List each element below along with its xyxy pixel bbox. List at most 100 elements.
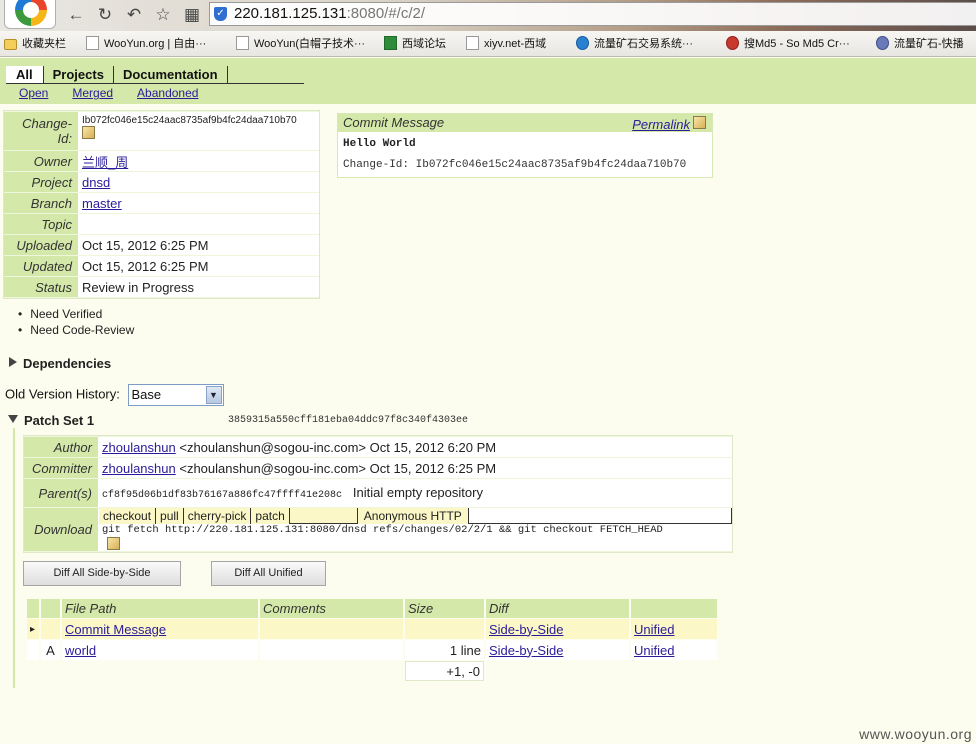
star-icon[interactable]: ☆ <box>152 4 174 26</box>
wave-icon <box>576 36 589 50</box>
bookmark-wooyun-whitehat[interactable]: WooYun(白帽子技术··· <box>236 35 365 53</box>
author-link[interactable]: zhoulanshun <box>102 440 176 455</box>
bookmark-xiyv[interactable]: xiyv.net-西域 <box>466 35 546 53</box>
undo-icon[interactable]: ↶ <box>123 4 145 26</box>
download-tab-checkout[interactable]: checkout <box>99 508 157 524</box>
chevron-down-icon: ▼ <box>205 386 222 404</box>
topic-label: Topic <box>4 214 78 234</box>
uploaded-value: Oct 15, 2012 6:25 PM <box>78 235 319 255</box>
side-by-side-link[interactable]: Side-by-Side <box>489 622 563 637</box>
folder-icon <box>4 39 17 50</box>
page-icon <box>236 36 249 50</box>
diff-all-unified-button[interactable]: Diff All Unified <box>211 561 326 586</box>
parent-hash[interactable]: cf8f95d06b1df83b76167a886fc47ffff41e208c <box>102 490 342 501</box>
expand-icon <box>9 357 17 367</box>
patch-set-toggle[interactable]: Patch Set 1 <box>8 413 94 428</box>
commit-footer: Change-Id: Ib072fc046e15c24aac8735af9b4f… <box>343 159 687 171</box>
committer-link[interactable]: zhoulanshun <box>102 461 176 476</box>
copy-icon[interactable] <box>693 116 706 129</box>
bookmark-label: 搜Md5 - So Md5 Cr··· <box>744 38 850 50</box>
file-status: A <box>41 640 60 660</box>
download-tab-cherry-pick[interactable]: cherry-pick <box>183 508 252 524</box>
bookmark-liuliang[interactable]: 流量矿石交易系统··· <box>576 35 693 53</box>
header-diff: Diff <box>486 599 629 618</box>
dependencies-label: Dependencies <box>23 356 112 371</box>
patch-set-revision: 3859315a550cff181eba04ddc97f8c340f4303ee <box>228 415 469 426</box>
unified-link[interactable]: Unified <box>634 643 674 658</box>
row-marker <box>27 640 39 660</box>
bookmarks-bar: 收藏夹栏 WooYun.org | 自由··· WooYun(白帽子技术··· … <box>0 31 976 57</box>
header-diff-unified <box>631 599 717 618</box>
branch-link[interactable]: master <box>82 196 122 211</box>
back-icon[interactable]: ← <box>65 4 87 26</box>
files-header-row: File Path Comments Size Diff <box>27 599 717 618</box>
unified-link[interactable]: Unified <box>634 622 674 637</box>
tab-documentation[interactable]: Documentation <box>114 66 228 83</box>
old-version-label: Old Version History: <box>5 386 120 402</box>
browser-logo[interactable] <box>4 0 56 29</box>
page-icon <box>86 36 99 50</box>
commit-subject: Hello World <box>343 138 416 150</box>
bookmark-label: 西域论坛 <box>402 38 446 50</box>
diff-all-side-by-side-button[interactable]: Diff All Side-by-Side <box>23 561 181 586</box>
bookmark-xiyu-forum[interactable]: 西域论坛 <box>384 35 446 53</box>
file-path-link[interactable]: Commit Message <box>65 622 166 637</box>
download-tabs-fill <box>468 508 732 524</box>
tab-all[interactable]: All <box>6 66 44 83</box>
table-row[interactable]: ▸ Commit Message Side-by-Side Unified <box>27 619 717 639</box>
change-id-label: Change-Id: <box>4 112 78 150</box>
files-total-row: +1, -0 <box>27 661 717 681</box>
table-row[interactable]: A world 1 line Side-by-Side Unified <box>27 640 717 660</box>
approval-item: Need Verified <box>18 306 134 322</box>
patch-set-info-table: Author zhoulanshun <zhoulanshun@sogou-in… <box>23 435 733 553</box>
url-path: :8080/#/c/2/ <box>346 5 426 22</box>
old-version-value: Base <box>131 387 162 402</box>
copy-icon[interactable] <box>82 126 95 139</box>
bookmark-favorites[interactable]: 收藏夹栏 <box>4 35 66 53</box>
patch-set-title: Patch Set 1 <box>24 413 95 428</box>
collapse-icon <box>8 415 18 423</box>
download-command[interactable]: git fetch http://220.181.125.131:8080/dn… <box>99 524 732 536</box>
file-comments <box>260 619 403 639</box>
download-label: Download <box>24 508 98 551</box>
download-protocol[interactable]: Anonymous HTTP <box>357 508 469 524</box>
uploaded-label: Uploaded <box>4 235 78 255</box>
bookmark-somd5[interactable]: 搜Md5 - So Md5 Cr··· <box>726 35 850 53</box>
reload-icon[interactable]: ↻ <box>94 4 116 26</box>
subtab-abandoned[interactable]: Abandoned <box>137 86 198 100</box>
download-tab-patch[interactable]: patch <box>251 508 290 524</box>
committer-details: <zhoulanshun@sogou-inc.com> Oct 15, 2012… <box>179 460 497 476</box>
file-path-link[interactable]: world <box>65 643 96 658</box>
file-size <box>405 619 484 639</box>
download-tab-pull[interactable]: pull <box>156 508 184 524</box>
tab-projects[interactable]: Projects <box>44 66 114 83</box>
header-marker <box>27 599 39 618</box>
side-by-side-link[interactable]: Side-by-Side <box>489 643 563 658</box>
subtab-open[interactable]: Open <box>19 86 48 100</box>
page-icon <box>466 36 479 50</box>
xiyu-icon <box>384 36 397 50</box>
owner-label: Owner <box>4 151 78 171</box>
subtab-merged[interactable]: Merged <box>72 86 113 100</box>
address-bar[interactable]: ✓ 220.181.125.131:8080/#/c/2/ <box>209 2 976 26</box>
header-comments: Comments <box>260 599 403 618</box>
tabs-divider <box>6 83 304 84</box>
old-version-row: Old Version History: Base ▼ <box>5 384 224 406</box>
old-version-select[interactable]: Base ▼ <box>127 384 224 406</box>
project-link[interactable]: dnsd <box>82 175 110 190</box>
top-tabs: All Projects Documentation <box>6 66 228 83</box>
url-host: 220.181.125.131 <box>234 5 347 22</box>
change-id-cell: Ib072fc046e15c24aac8735af9b4fc24daa710b7… <box>78 112 319 150</box>
permalink-link[interactable]: Permalink <box>632 116 690 134</box>
grid-icon[interactable]: ▦ <box>181 4 203 26</box>
owner-link[interactable]: 兰顺_周 <box>82 155 128 170</box>
person-icon <box>876 36 889 50</box>
topic-value <box>78 214 319 234</box>
dependencies-toggle[interactable]: Dependencies <box>9 356 111 371</box>
copy-icon[interactable] <box>107 537 120 550</box>
file-size: 1 line <box>405 640 484 660</box>
bookmark-liuliang-kuaibo[interactable]: 流量矿石-快播 <box>876 35 964 53</box>
download-tabs-spacer <box>289 508 358 524</box>
bookmark-wooyun[interactable]: WooYun.org | 自由··· <box>86 35 206 53</box>
files-total: +1, -0 <box>405 661 484 681</box>
